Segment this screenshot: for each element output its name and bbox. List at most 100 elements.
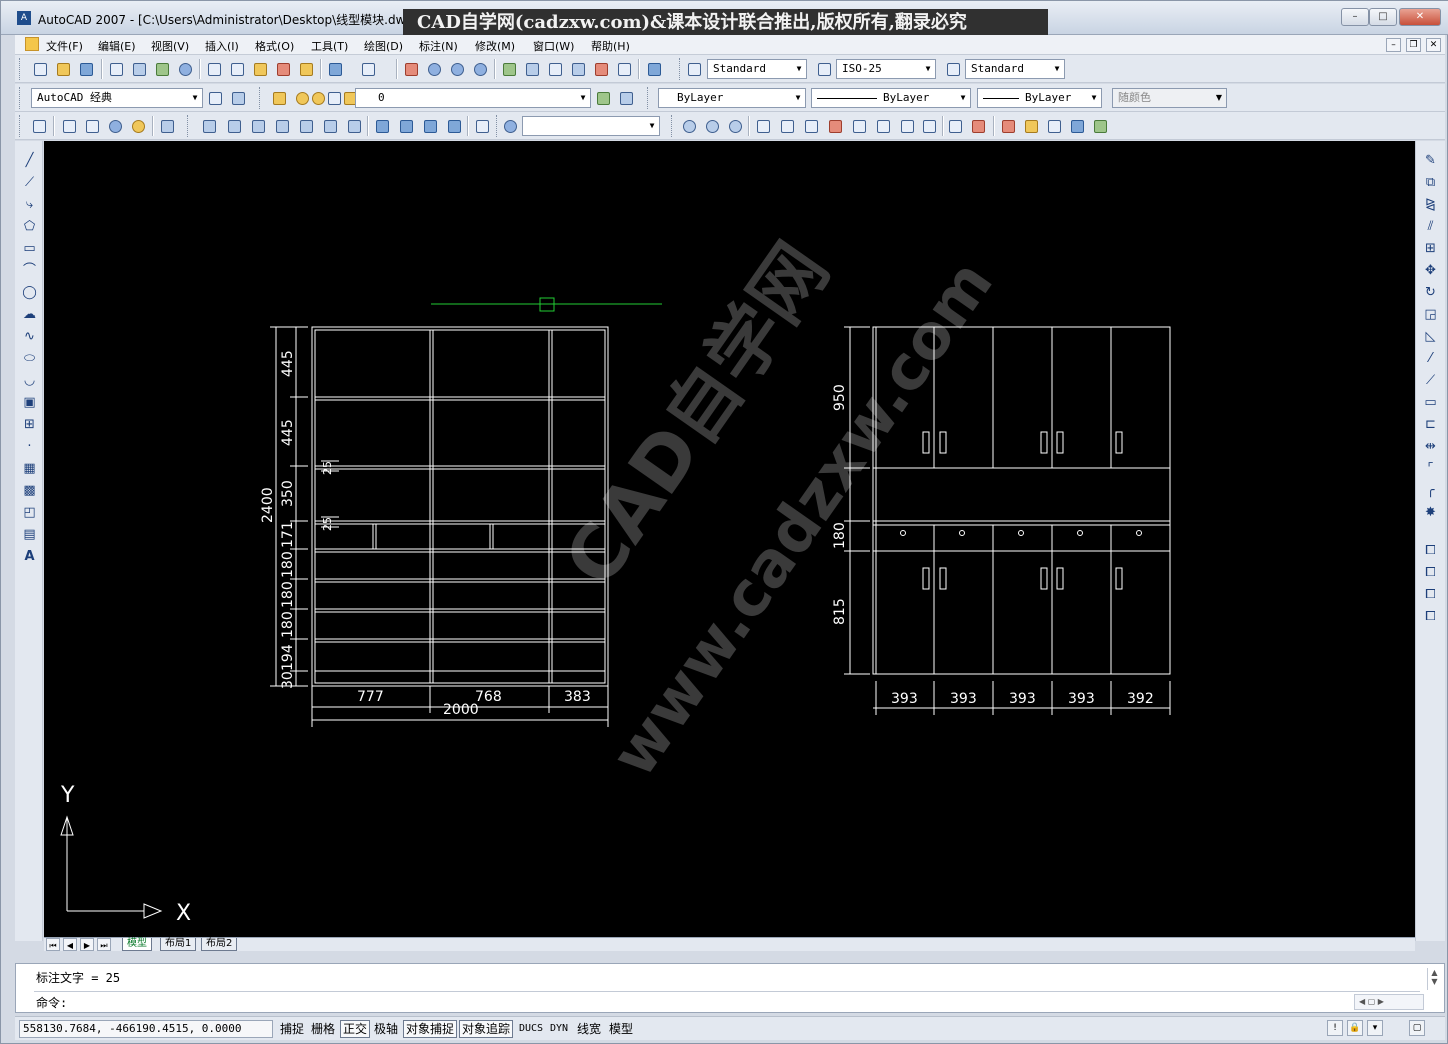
maximize-button[interactable]: □ [1369, 8, 1397, 26]
menu-help[interactable]: 帮助(H) [591, 38, 630, 54]
dim-style-icon[interactable] [814, 59, 834, 79]
command-scrollbar[interactable]: ▲ ▼ [1427, 968, 1441, 990]
cut-icon[interactable] [204, 59, 224, 79]
explode-icon[interactable]: ✸ [1421, 503, 1440, 522]
mirror-icon[interactable]: ⧎ [1421, 195, 1440, 214]
extrude-faces-icon[interactable] [753, 116, 773, 136]
view-manager-icon[interactable] [500, 116, 520, 136]
snap-toggle[interactable]: 捕捉 [277, 1020, 307, 1038]
menu-view[interactable]: 视图(V) [151, 38, 189, 54]
sheet-set-icon[interactable] [568, 59, 588, 79]
ducs-toggle[interactable]: DUCS [516, 1020, 546, 1038]
clean-screen-icon[interactable]: ▢ [1409, 1020, 1425, 1036]
status-menu-icon[interactable]: ▾ [1367, 1020, 1383, 1036]
ellipse-arc-icon[interactable]: ◡ [20, 371, 39, 390]
3d-dwf-icon[interactable] [175, 59, 195, 79]
break-at-point-icon[interactable]: ▭ [1421, 393, 1440, 412]
line-icon[interactable]: ╱ [20, 151, 39, 170]
array-icon[interactable]: ⊞ [1421, 239, 1440, 258]
selected-line-grip[interactable] [431, 297, 662, 312]
zoom-previous-icon[interactable] [470, 59, 490, 79]
nw-iso-icon[interactable] [444, 116, 464, 136]
open-icon[interactable] [53, 59, 73, 79]
osnap-toggle[interactable]: 对象捕捉 [403, 1020, 458, 1038]
conceptual-icon[interactable] [128, 116, 148, 136]
match-properties-icon[interactable] [273, 59, 293, 79]
menu-format[interactable]: 格式(O) [255, 38, 294, 54]
menu-modify[interactable]: 修改(M) [475, 38, 515, 54]
view-right-icon[interactable] [272, 116, 292, 136]
lock-toolbars-icon[interactable]: 🔒 [1347, 1020, 1363, 1036]
draworder-under-icon[interactable]: ⧠ [1421, 607, 1440, 626]
stretch-icon[interactable]: ◺ [1421, 327, 1440, 346]
toolbar-grip[interactable] [19, 58, 22, 80]
point-icon[interactable]: · [20, 437, 39, 456]
undo-icon[interactable] [325, 59, 345, 79]
linetype-select[interactable]: ByLayer ▼ [811, 88, 971, 108]
move-icon[interactable]: ✥ [1421, 261, 1440, 280]
erase-icon[interactable]: ✎ [1421, 151, 1440, 170]
doc-restore-button[interactable]: ❐ [1406, 38, 1421, 52]
doc-minimize-button[interactable]: – [1386, 38, 1401, 52]
rotate-icon[interactable]: ↻ [1421, 283, 1440, 302]
table-icon[interactable]: ▤ [20, 525, 39, 544]
color-faces-icon[interactable] [919, 116, 939, 136]
draworder-front-icon[interactable]: ⧠ [1421, 541, 1440, 560]
table-style-icon[interactable] [943, 59, 963, 79]
model-space-canvas[interactable]: CAD自学网 www.cadzxw.com 445 445 350 171 18… [44, 141, 1415, 937]
taper-faces-icon[interactable] [873, 116, 893, 136]
chamfer-icon[interactable]: ⌜ [1421, 459, 1440, 478]
region-icon[interactable]: ◰ [20, 503, 39, 522]
workspace-select[interactable]: AutoCAD 经典 ▼ [31, 88, 203, 108]
new-icon[interactable] [30, 59, 50, 79]
spline-icon[interactable]: ∿ [20, 327, 39, 346]
coordinate-readout[interactable]: 558130.7684, -466190.4515, 0.0000 [19, 1020, 273, 1038]
workspace-settings-icon[interactable] [205, 88, 225, 108]
polygon-icon[interactable]: ⬠ [20, 217, 39, 236]
next-tab-icon[interactable]: ▶ [80, 938, 94, 951]
view-bottom-icon[interactable] [224, 116, 244, 136]
help-icon[interactable] [644, 59, 664, 79]
move-faces-icon[interactable] [777, 116, 797, 136]
insert-block-icon[interactable]: ▣ [20, 393, 39, 412]
command-prompt[interactable]: 命令: [36, 994, 67, 1011]
grid-toggle[interactable]: 栅格 [308, 1020, 338, 1038]
hatch-icon[interactable]: ▦ [20, 459, 39, 478]
trim-icon[interactable]: ⁄ [1421, 349, 1440, 368]
menu-tools[interactable]: 工具(T) [311, 38, 348, 54]
join-icon[interactable]: ⇹ [1421, 437, 1440, 456]
lineweight-select[interactable]: ByLayer ▼ [977, 88, 1102, 108]
document-icon[interactable] [25, 37, 39, 51]
first-tab-icon[interactable]: ⏮ [46, 938, 60, 951]
model-toggle[interactable]: 模型 [606, 1020, 636, 1038]
realistic-icon[interactable] [105, 116, 125, 136]
shell-icon[interactable] [1067, 116, 1087, 136]
make-current-layer-icon[interactable] [593, 88, 613, 108]
named-views-icon[interactable] [157, 116, 177, 136]
ellipse-icon[interactable]: ⬭ [20, 349, 39, 368]
menu-insert[interactable]: 插入(I) [205, 38, 239, 54]
subtract-icon[interactable] [702, 116, 722, 136]
union-icon[interactable] [679, 116, 699, 136]
properties-icon[interactable] [499, 59, 519, 79]
layer-manager-icon[interactable] [269, 88, 289, 108]
workspace-save-icon[interactable] [228, 88, 248, 108]
rectangle-icon[interactable]: ▭ [20, 239, 39, 258]
clean-icon[interactable] [1021, 116, 1041, 136]
copy-edges-icon[interactable] [945, 116, 965, 136]
ne-iso-icon[interactable] [420, 116, 440, 136]
copy-icon[interactable] [227, 59, 247, 79]
make-block-icon[interactable]: ⊞ [20, 415, 39, 434]
rotate-faces-icon[interactable] [849, 116, 869, 136]
menu-file[interactable]: 文件(F) [46, 38, 83, 54]
view-top-icon[interactable] [199, 116, 219, 136]
view-back-2-icon[interactable] [344, 116, 364, 136]
separate-icon[interactable] [1044, 116, 1064, 136]
copy-object-icon[interactable]: ⧉ [1421, 173, 1440, 192]
polar-toggle[interactable]: 极轴 [371, 1020, 401, 1038]
tab-layout1[interactable]: 布局1 [160, 938, 197, 951]
menu-edit[interactable]: 编辑(E) [98, 38, 136, 54]
tool-palettes-icon[interactable] [545, 59, 565, 79]
block-editor-icon[interactable] [296, 59, 316, 79]
close-button[interactable]: ✕ [1399, 8, 1441, 26]
